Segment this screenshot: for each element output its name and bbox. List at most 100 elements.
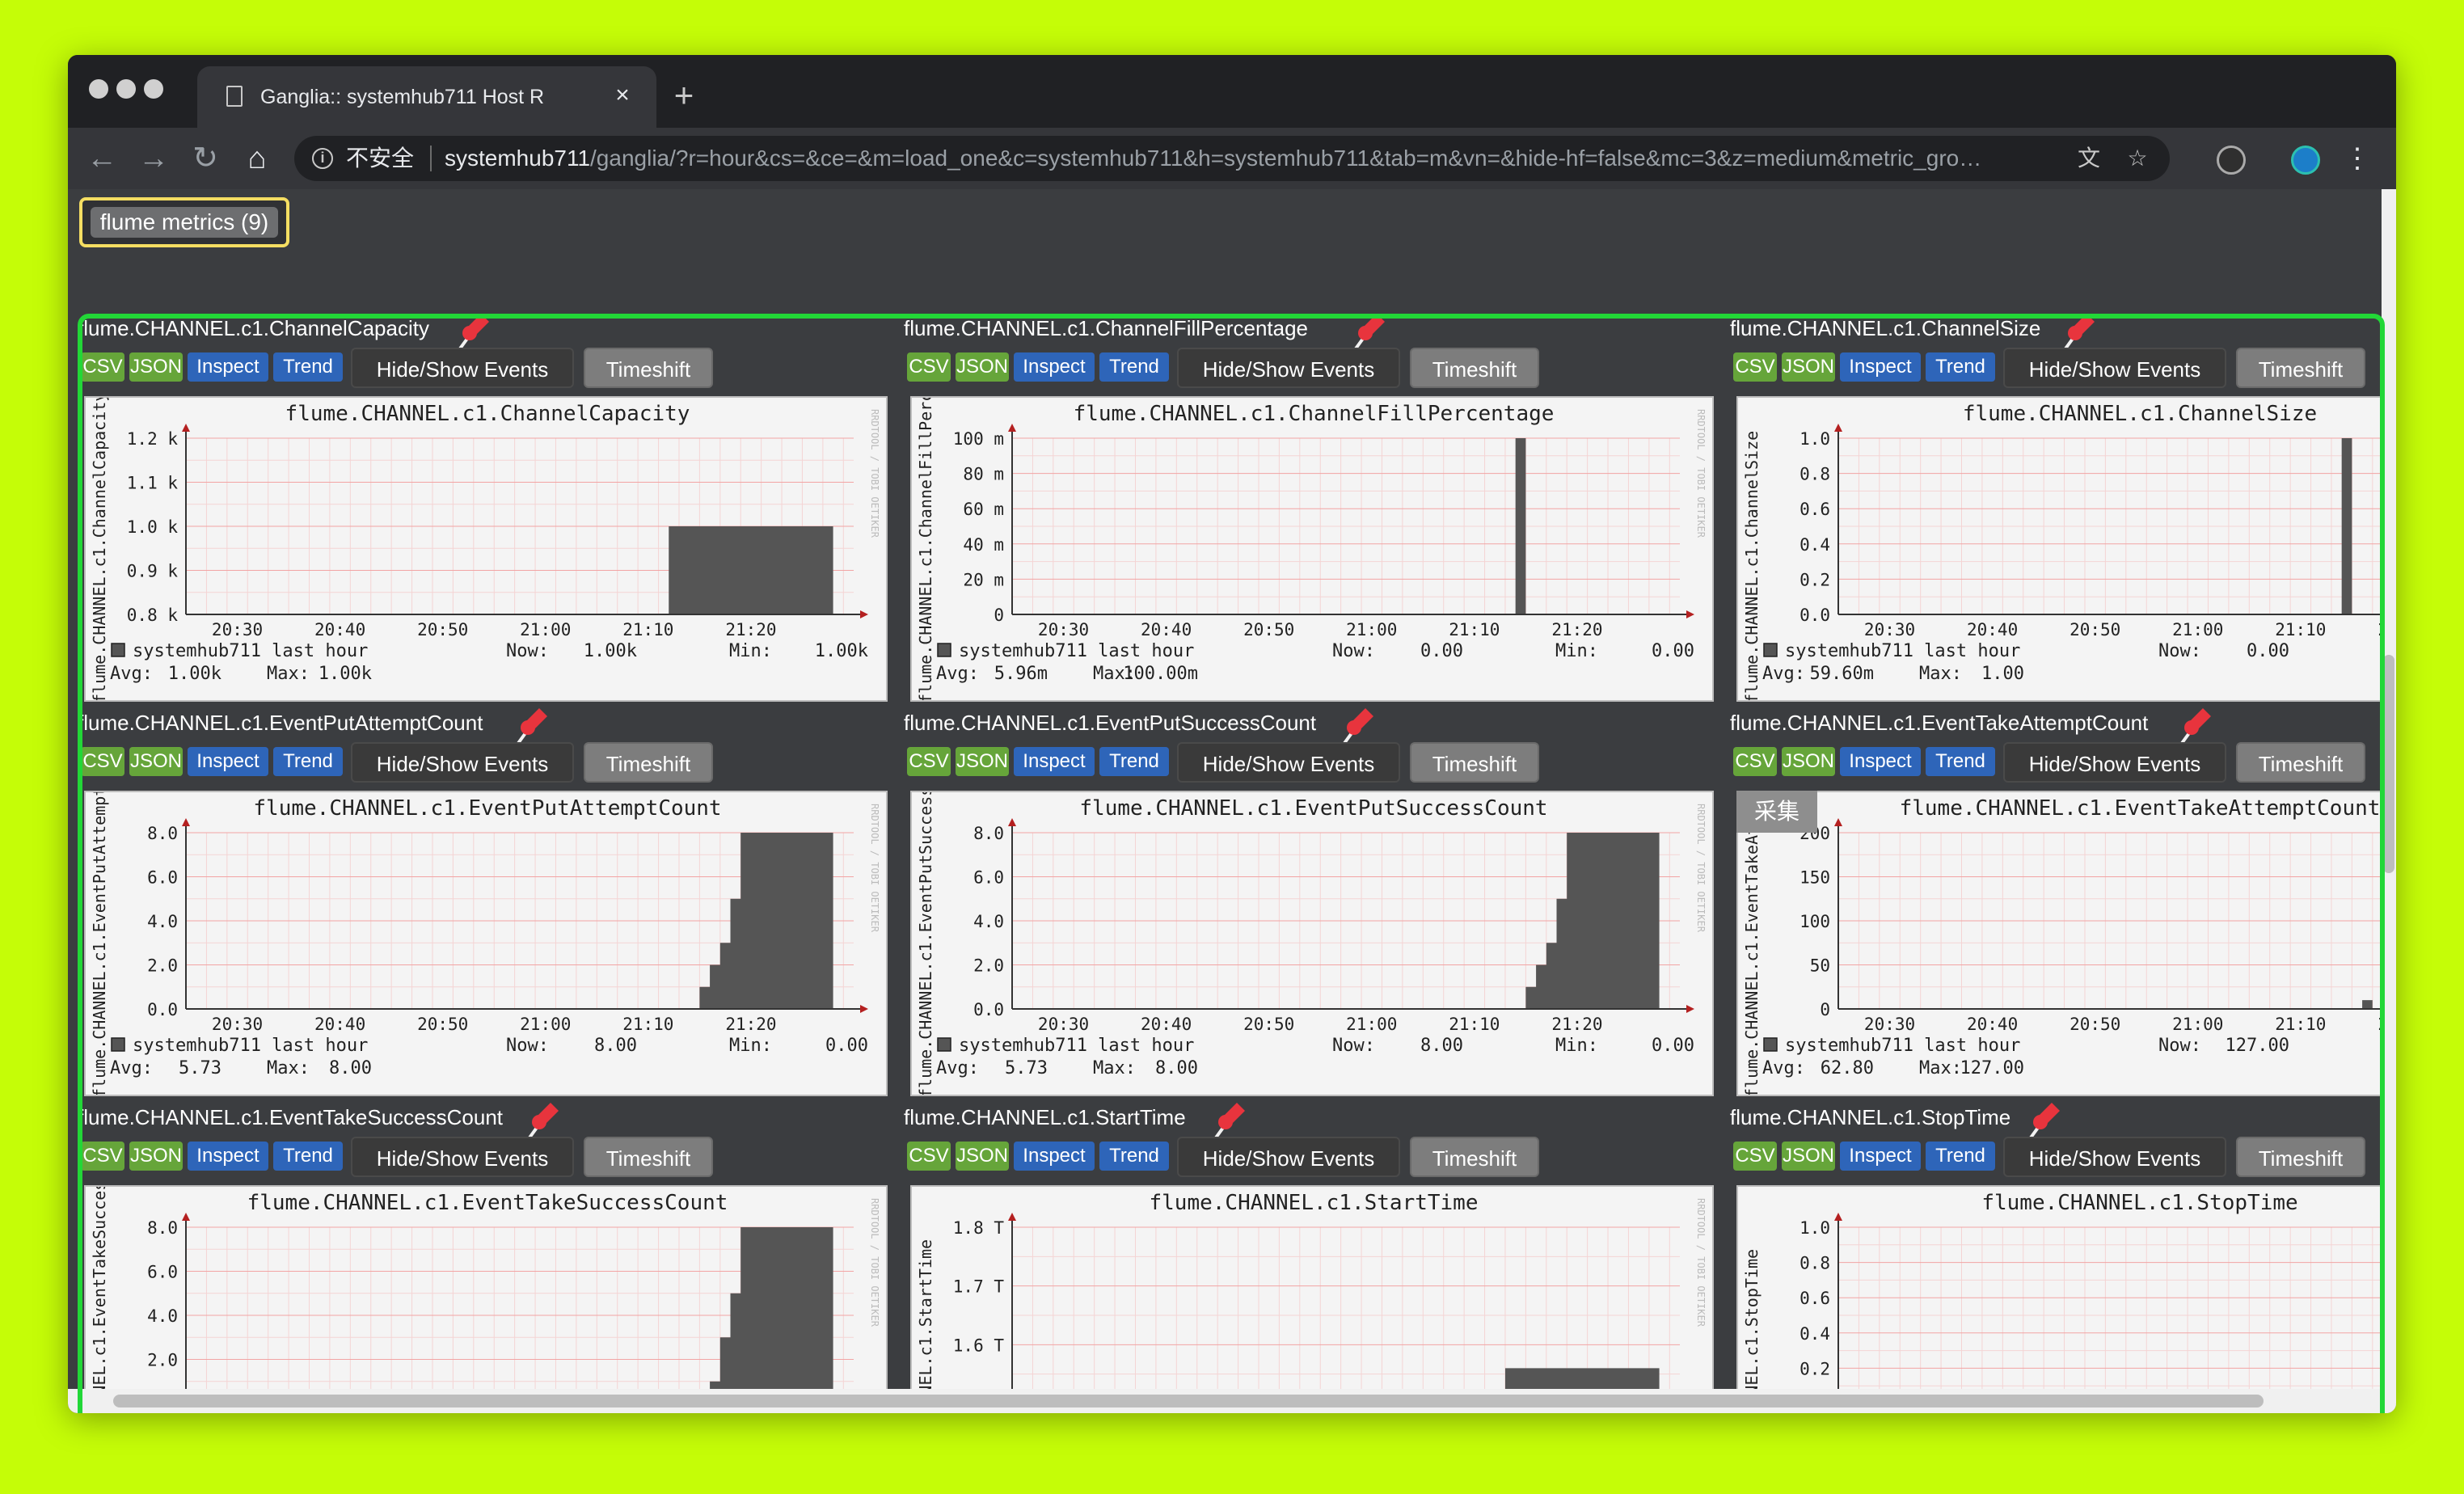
csv-button[interactable]: CSV xyxy=(81,747,124,776)
trend-button[interactable]: Trend xyxy=(273,747,343,776)
inspect-button[interactable]: Inspect xyxy=(1840,747,1921,776)
inspect-button[interactable]: Inspect xyxy=(1840,352,1921,382)
browser-tab[interactable]: Ganglia:: systemhub711 Host R × xyxy=(197,66,656,128)
back-icon[interactable]: ← xyxy=(84,141,120,176)
csv-button[interactable]: CSV xyxy=(907,1142,951,1171)
zoom-window-button[interactable] xyxy=(144,79,163,99)
hide-show-events-button[interactable]: Hide/Show Events xyxy=(1177,348,1400,388)
csv-button[interactable]: CSV xyxy=(1733,1142,1777,1171)
inspect-button[interactable]: Inspect xyxy=(188,747,268,776)
timeshift-button[interactable]: Timeshift xyxy=(2236,1137,2365,1177)
csv-button[interactable]: CSV xyxy=(907,747,951,776)
menu-icon[interactable]: ⋮ xyxy=(2340,141,2375,176)
timeshift-button[interactable]: Timeshift xyxy=(1410,1137,1539,1177)
url-text[interactable]: systemhub711/ganglia/?r=hour&cs=&ce=&m=l… xyxy=(445,144,2110,173)
minimize-window-button[interactable] xyxy=(116,79,136,99)
trend-button[interactable]: Trend xyxy=(273,352,343,382)
metric-title[interactable]: flume.CHANNEL.c1.ChannelCapacity xyxy=(78,314,429,343)
timeshift-button[interactable]: Timeshift xyxy=(1410,348,1539,388)
inspect-button[interactable]: Inspect xyxy=(188,352,268,382)
json-button[interactable]: JSON xyxy=(129,747,183,776)
trend-button[interactable]: Trend xyxy=(1926,1142,1995,1171)
hide-show-events-button[interactable]: Hide/Show Events xyxy=(1177,1137,1400,1177)
trend-button[interactable]: Trend xyxy=(1926,352,1995,382)
csv-button[interactable]: CSV xyxy=(81,1142,124,1171)
metric-graph[interactable]: flume.CHANNEL.c1.StopTime flume.CHANNEL.c… xyxy=(1736,1185,2396,1413)
metric-graph[interactable]: flume.CHANNEL.c1.ChannelCapacity flume.CH… xyxy=(84,396,888,702)
csv-button[interactable]: CSV xyxy=(81,352,124,382)
inspect-button[interactable]: Inspect xyxy=(1014,1142,1095,1171)
csv-button[interactable]: CSV xyxy=(1733,747,1777,776)
metric-graph[interactable]: flume.CHANNEL.c1.ChannelFillPercentage fl… xyxy=(910,396,1714,702)
extension-icon[interactable] xyxy=(2217,146,2246,175)
metric-title[interactable]: flume.CHANNEL.c1.EventTakeSuccessCount xyxy=(78,1103,503,1132)
reload-icon[interactable]: ↻ xyxy=(188,141,223,176)
metric-title[interactable]: flume.CHANNEL.c1.StartTime xyxy=(904,1103,1186,1132)
json-button[interactable]: JSON xyxy=(956,747,1009,776)
home-icon[interactable]: ⌂ xyxy=(239,141,275,176)
metric-graph[interactable]: flume.CHANNEL.c1.ChannelSize flume.CHANNE… xyxy=(1736,396,2396,702)
rrdtool-watermark: RRDTOOL / TOBI OETIKER xyxy=(869,1198,880,1327)
hide-show-events-button[interactable]: Hide/Show Events xyxy=(2003,742,2226,783)
inspect-button[interactable]: Inspect xyxy=(1014,747,1095,776)
timeshift-button[interactable]: Timeshift xyxy=(2236,742,2365,783)
vertical-scroll-thumb[interactable] xyxy=(2383,655,2394,873)
security-label[interactable]: 不安全 xyxy=(346,146,414,171)
timeshift-button[interactable]: Timeshift xyxy=(1410,742,1539,783)
overlay-badge[interactable]: 采集 xyxy=(1736,791,1817,833)
metric-title[interactable]: flume.CHANNEL.c1.StopTime xyxy=(1730,1103,2010,1132)
metric-graph[interactable]: flume.CHANNEL.c1.StartTime flume.CHANNEL.… xyxy=(910,1185,1714,1413)
y-axis-arrow xyxy=(182,1213,190,1221)
bookmark-star-icon[interactable]: ☆ xyxy=(2124,146,2150,171)
metric-group-button[interactable]: flume metrics (9) xyxy=(91,207,278,238)
close-window-button[interactable] xyxy=(89,79,108,99)
horizontal-scroll-thumb[interactable] xyxy=(113,1395,2264,1407)
csv-button[interactable]: CSV xyxy=(907,352,951,382)
metric-title[interactable]: flume.CHANNEL.c1.ChannelFillPercentage xyxy=(904,314,1308,343)
metric-graph[interactable]: flume.CHANNEL.c1.EventPutAttemptCount flu… xyxy=(84,791,888,1096)
csv-button[interactable]: CSV xyxy=(1733,352,1777,382)
inspect-button[interactable]: Inspect xyxy=(188,1142,268,1171)
trend-button[interactable]: Trend xyxy=(1926,747,1995,776)
metric-title[interactable]: flume.CHANNEL.c1.ChannelSize xyxy=(1730,314,2040,343)
json-button[interactable]: JSON xyxy=(129,1142,183,1171)
json-button[interactable]: JSON xyxy=(1782,747,1835,776)
trend-button[interactable]: Trend xyxy=(1099,747,1169,776)
metric-graph[interactable]: flume.CHANNEL.c1.EventTakeAttemptCount fl… xyxy=(1736,791,2396,1096)
inspect-button[interactable]: Inspect xyxy=(1014,352,1095,382)
hide-show-events-button[interactable]: Hide/Show Events xyxy=(351,742,574,783)
avg-value: 62.80 xyxy=(1821,1058,1874,1078)
info-icon[interactable]: i xyxy=(312,148,333,169)
json-button[interactable]: JSON xyxy=(956,1142,1009,1171)
y-tick-label: 60 m xyxy=(963,500,1004,519)
json-button[interactable]: JSON xyxy=(956,352,1009,382)
graph-title: flume.CHANNEL.c1.ChannelSize xyxy=(1963,402,2317,426)
hide-show-events-button[interactable]: Hide/Show Events xyxy=(2003,1137,2226,1177)
json-button[interactable]: JSON xyxy=(1782,352,1835,382)
metric-title[interactable]: flume.CHANNEL.c1.EventPutAttemptCount xyxy=(78,708,483,737)
timeshift-button[interactable]: Timeshift xyxy=(584,1137,713,1177)
inspect-button[interactable]: Inspect xyxy=(1840,1142,1921,1171)
json-button[interactable]: JSON xyxy=(1782,1142,1835,1171)
hide-show-events-button[interactable]: Hide/Show Events xyxy=(351,1137,574,1177)
hide-show-events-button[interactable]: Hide/Show Events xyxy=(351,348,574,388)
timeshift-button[interactable]: Timeshift xyxy=(584,348,713,388)
hide-show-events-button[interactable]: Hide/Show Events xyxy=(1177,742,1400,783)
metric-graph[interactable]: flume.CHANNEL.c1.EventTakeSuccessCount fl… xyxy=(84,1185,888,1413)
timeshift-button[interactable]: Timeshift xyxy=(584,742,713,783)
new-tab-button[interactable]: + xyxy=(666,78,702,113)
profile-avatar-icon[interactable] xyxy=(2291,146,2320,175)
trend-button[interactable]: Trend xyxy=(1099,1142,1169,1171)
metric-graph[interactable]: flume.CHANNEL.c1.EventPutSuccessCount flu… xyxy=(910,791,1714,1096)
address-bar[interactable]: i 不安全 systemhub711/ganglia/?r=hour&cs=&c… xyxy=(294,136,2170,181)
metric-title[interactable]: flume.CHANNEL.c1.EventPutSuccessCount xyxy=(904,708,1316,737)
forward-icon[interactable]: → xyxy=(136,141,171,176)
metric-title[interactable]: flume.CHANNEL.c1.EventTakeAttemptCount xyxy=(1730,708,2148,737)
trend-button[interactable]: Trend xyxy=(1099,352,1169,382)
timeshift-button[interactable]: Timeshift xyxy=(2236,348,2365,388)
close-tab-icon[interactable]: × xyxy=(608,81,637,110)
trend-button[interactable]: Trend xyxy=(273,1142,343,1171)
translate-icon[interactable]: 文 xyxy=(2076,146,2102,171)
json-button[interactable]: JSON xyxy=(129,352,183,382)
hide-show-events-button[interactable]: Hide/Show Events xyxy=(2003,348,2226,388)
